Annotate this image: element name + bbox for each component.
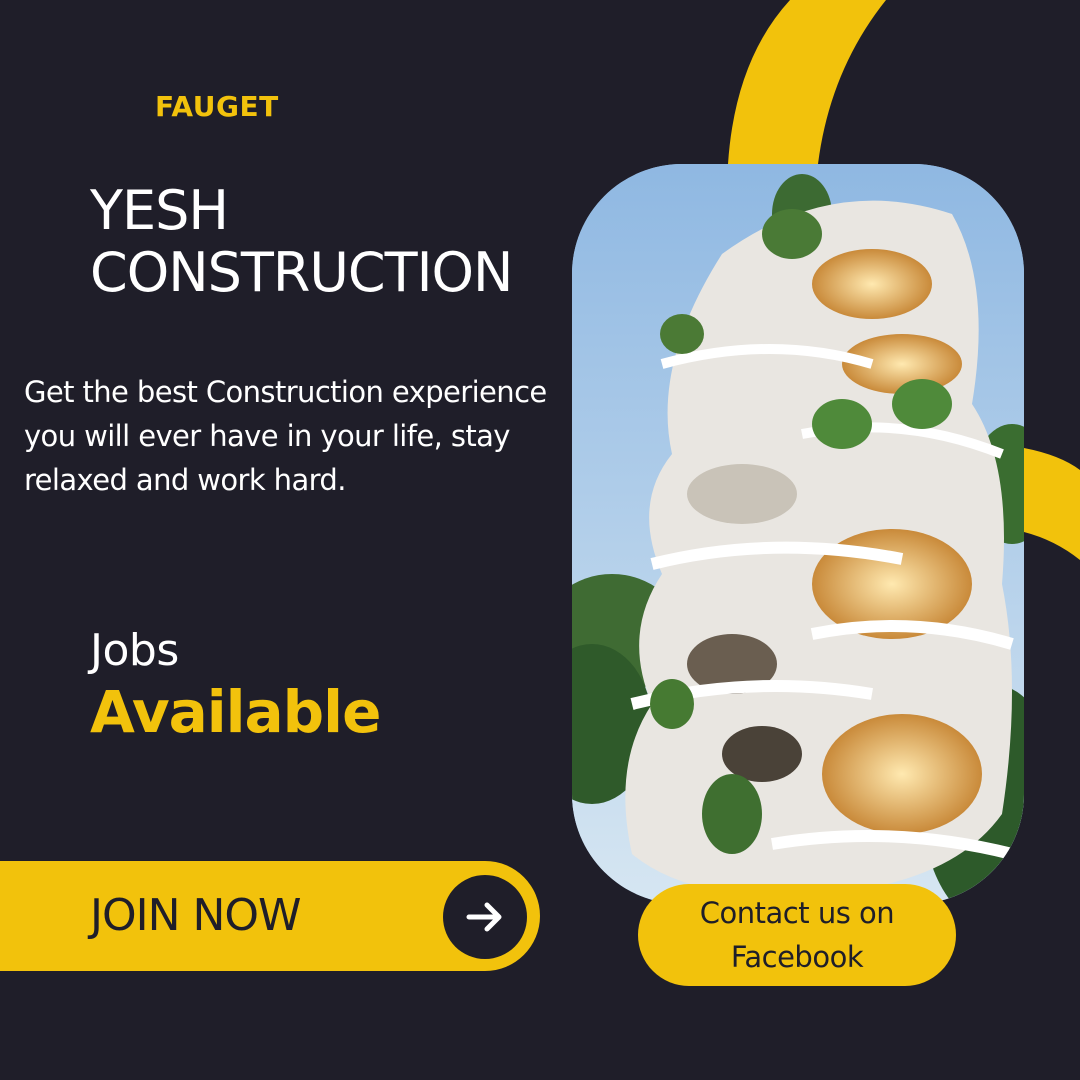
poster-canvas: FAUGET YESH CONSTRUCTION Get the best Co… bbox=[0, 0, 1080, 1080]
page-title: YESH CONSTRUCTION bbox=[90, 179, 513, 304]
building-photo bbox=[572, 164, 1024, 904]
jobs-label: Jobs bbox=[90, 625, 179, 676]
tagline-text: Get the best Construction experience you… bbox=[24, 375, 547, 497]
building-illustration bbox=[572, 164, 1024, 904]
join-arrow-button[interactable] bbox=[443, 875, 527, 959]
title-line-1: YESH bbox=[90, 179, 229, 242]
join-now-label: JOIN NOW bbox=[90, 890, 302, 941]
right-band-shape bbox=[1024, 448, 1080, 560]
contact-facebook-button[interactable]: Contact us on Facebook bbox=[638, 884, 956, 986]
available-label: Available bbox=[90, 678, 381, 746]
top-arc-shape bbox=[728, 0, 886, 164]
title-line-2: CONSTRUCTION bbox=[90, 241, 513, 304]
arrow-right-icon bbox=[466, 902, 502, 932]
contact-line-1: Contact us on bbox=[699, 896, 895, 930]
join-now-button[interactable]: JOIN NOW bbox=[0, 861, 540, 971]
brand-name: FAUGET bbox=[155, 90, 279, 123]
contact-line-2: Facebook bbox=[730, 940, 864, 974]
